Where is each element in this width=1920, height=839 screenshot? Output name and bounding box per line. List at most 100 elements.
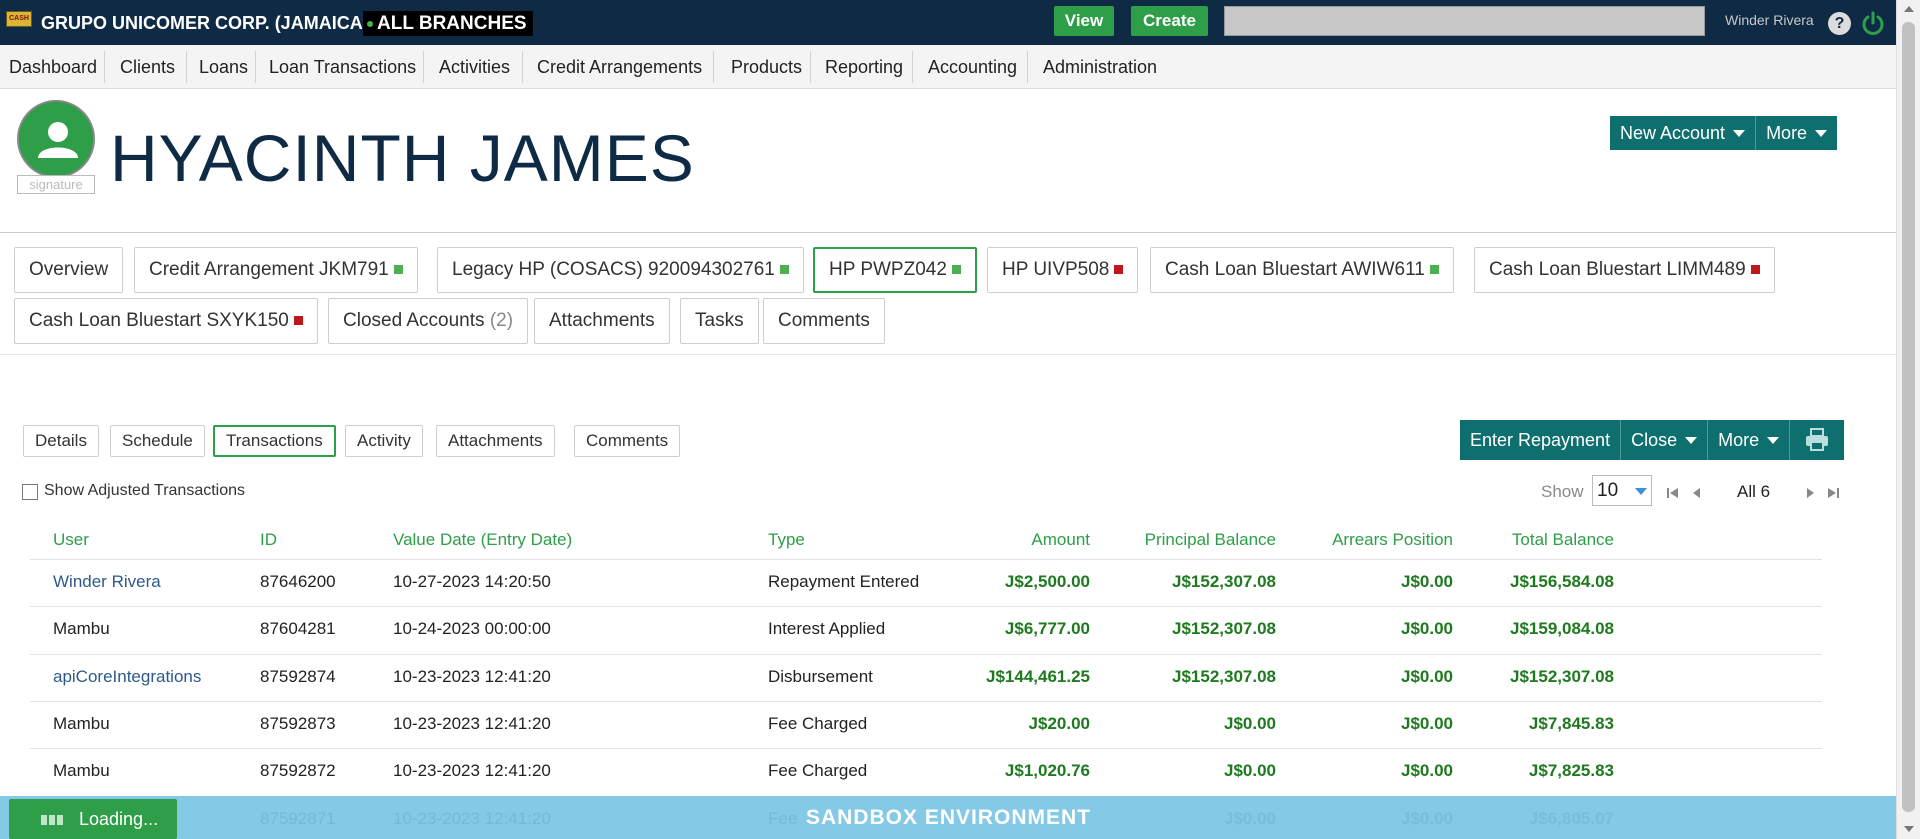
closed-accounts-count: (2) — [489, 310, 514, 331]
power-icon[interactable] — [1860, 10, 1886, 36]
column-header-arrears-position[interactable]: Arrears Position — [1293, 530, 1453, 550]
nav-divider — [912, 51, 913, 83]
next-page-icon[interactable] — [1803, 486, 1817, 500]
tab-hp-pwpz042[interactable]: HP PWPZ042 — [813, 247, 977, 293]
show-adjusted-checkbox[interactable] — [22, 484, 38, 500]
nav-divider — [1027, 51, 1028, 83]
tab-cash-loan-sxyk150[interactable]: Cash Loan Bluestart SXYK150 — [14, 298, 318, 344]
tab-closed-accounts[interactable]: Closed Accounts (2) — [328, 298, 529, 344]
page-size-select[interactable]: 10 — [1592, 475, 1652, 506]
tab-cash-loan-limm489[interactable]: Cash Loan Bluestart LIMM489 — [1474, 247, 1775, 293]
column-header-user[interactable]: User — [53, 530, 89, 550]
table-row[interactable]: Mambu 87592873 10-23-2023 12:41:20 Fee Char… — [30, 700, 1822, 748]
column-header-amount[interactable]: Amount — [940, 530, 1090, 550]
scroll-up-icon[interactable] — [1904, 6, 1914, 12]
cell-amount: J$2,500.00 — [1004, 572, 1090, 591]
client-avatar[interactable] — [17, 100, 95, 178]
nav-loans[interactable]: Loans — [199, 45, 248, 89]
search-input[interactable] — [1224, 6, 1705, 36]
tab-credit-arrangement[interactable]: Credit Arrangement JKM791 — [134, 247, 418, 293]
nav-loan-transactions[interactable]: Loan Transactions — [269, 45, 416, 89]
tab-label: Tasks — [695, 310, 744, 331]
nav-dashboard[interactable]: Dashboard — [9, 45, 97, 89]
cell-type: Disbursement — [768, 666, 873, 686]
subtab-activity[interactable]: Activity — [345, 425, 423, 457]
tab-overview[interactable]: Overview — [14, 247, 124, 293]
client-more-button[interactable]: More — [1756, 116, 1837, 150]
branch-status-dot — [367, 21, 373, 27]
nav-divider — [104, 51, 105, 83]
view-button[interactable]: View — [1054, 6, 1114, 36]
nav-divider — [255, 51, 256, 83]
nav-accounting[interactable]: Accounting — [928, 45, 1017, 89]
main-navigation: Dashboard Clients Loans Loan Transaction… — [0, 45, 1896, 89]
tab-attachments[interactable]: Attachments — [534, 298, 670, 344]
status-indicator-icon — [1429, 265, 1439, 274]
nav-activities[interactable]: Activities — [439, 45, 510, 89]
help-icon[interactable]: ? — [1828, 12, 1851, 35]
subtab-transactions[interactable]: Transactions — [213, 425, 336, 457]
column-header-value-date[interactable]: Value Date (Entry Date) — [393, 530, 572, 550]
first-page-icon[interactable] — [1666, 486, 1680, 500]
page-info: All 6 — [1737, 482, 1771, 501]
column-header-total-balance[interactable]: Total Balance — [1454, 530, 1614, 550]
cell-arrears-position: J$0.00 — [1401, 572, 1453, 591]
subtab-details[interactable]: Details — [23, 425, 99, 457]
cell-type: Fee Charged — [768, 761, 868, 781]
tab-tasks[interactable]: Tasks — [680, 298, 759, 344]
chevron-down-icon — [1635, 488, 1647, 495]
tab-label: HP PWPZ042 — [829, 259, 947, 280]
table-row[interactable]: Winder Rivera 87646200 10-27-2023 14:20:50… — [30, 559, 1822, 606]
tab-legacy-hp[interactable]: Legacy HP (COSACS) 920094302761 — [437, 247, 804, 293]
cell-user: Mambu — [53, 761, 110, 781]
cell-principal-balance: J$152,307.08 — [1172, 572, 1276, 591]
nav-reporting[interactable]: Reporting — [825, 45, 903, 89]
column-header-principal-balance[interactable]: Principal Balance — [1106, 530, 1276, 550]
branch-selector[interactable]: ALL BRANCHES — [363, 11, 533, 36]
new-account-button[interactable]: New Account — [1610, 116, 1757, 150]
chevron-down-icon — [1685, 436, 1698, 444]
subtab-comments[interactable]: Comments — [574, 425, 681, 457]
client-name: HYACINTH JAMES — [110, 121, 695, 195]
nav-products[interactable]: Products — [731, 45, 802, 89]
actions-more-button[interactable]: More — [1708, 420, 1791, 460]
signature-box[interactable]: signature — [17, 175, 95, 194]
print-button[interactable] — [1790, 420, 1844, 460]
column-header-type[interactable]: Type — [768, 530, 805, 550]
subtab-attachments[interactable]: Attachments — [436, 425, 555, 457]
sandbox-banner: SANDBOX ENVIRONMENT — [0, 796, 1896, 839]
cell-user[interactable]: apiCoreIntegrations — [53, 667, 201, 687]
cell-total-balance: J$152,307.08 — [1510, 666, 1614, 686]
cell-arrears-position: J$0.00 — [1401, 666, 1453, 686]
cell-arrears-position: J$0.00 — [1401, 761, 1453, 781]
enter-repayment-button[interactable]: Enter Repayment — [1460, 420, 1622, 460]
previous-page-icon[interactable] — [1690, 486, 1704, 500]
table-row[interactable]: Mambu 87592872 10-23-2023 12:41:20 Fee Char… — [30, 748, 1822, 795]
table-row[interactable]: apiCoreIntegrations 87592874 10-23-2023 12… — [30, 653, 1822, 701]
cell-total-balance: J$159,084.08 — [1510, 619, 1614, 639]
cell-total-balance: J$7,845.83 — [1528, 713, 1614, 733]
nav-administration[interactable]: Administration — [1043, 45, 1157, 89]
account-actions: New Account More — [1610, 116, 1838, 150]
create-button[interactable]: Create — [1131, 6, 1208, 36]
cell-value-date: 10-23-2023 12:41:20 — [393, 761, 551, 781]
nav-credit-arrangements[interactable]: Credit Arrangements — [537, 45, 702, 89]
close-button[interactable]: Close — [1621, 420, 1709, 460]
scroll-down-icon[interactable] — [1904, 826, 1914, 832]
tab-cash-loan-awiw611[interactable]: Cash Loan Bluestart AWIW611 — [1150, 247, 1454, 293]
column-header-id[interactable]: ID — [260, 530, 277, 550]
last-page-icon[interactable] — [1826, 486, 1840, 500]
user-name[interactable]: Winder Rivera — [1725, 12, 1814, 28]
cell-user[interactable]: Winder Rivera — [53, 572, 161, 592]
subtab-schedule[interactable]: Schedule — [110, 425, 205, 457]
nav-clients[interactable]: Clients — [120, 45, 175, 89]
table-row[interactable]: Mambu 87604281 10-24-2023 00:00:00 Interest… — [30, 606, 1822, 653]
close-label: Close — [1631, 429, 1678, 450]
cell-principal-balance: J$0.00 — [1224, 761, 1276, 781]
tab-comments[interactable]: Comments — [763, 298, 885, 344]
cell-value-date: 10-23-2023 12:41:20 — [393, 666, 551, 686]
vertical-scrollbar[interactable] — [1896, 0, 1920, 839]
cell-total-balance: J$7,825.83 — [1528, 761, 1614, 781]
scrollbar-thumb[interactable] — [1902, 22, 1915, 812]
tab-hp-uivp508[interactable]: HP UIVP508 — [987, 247, 1139, 293]
